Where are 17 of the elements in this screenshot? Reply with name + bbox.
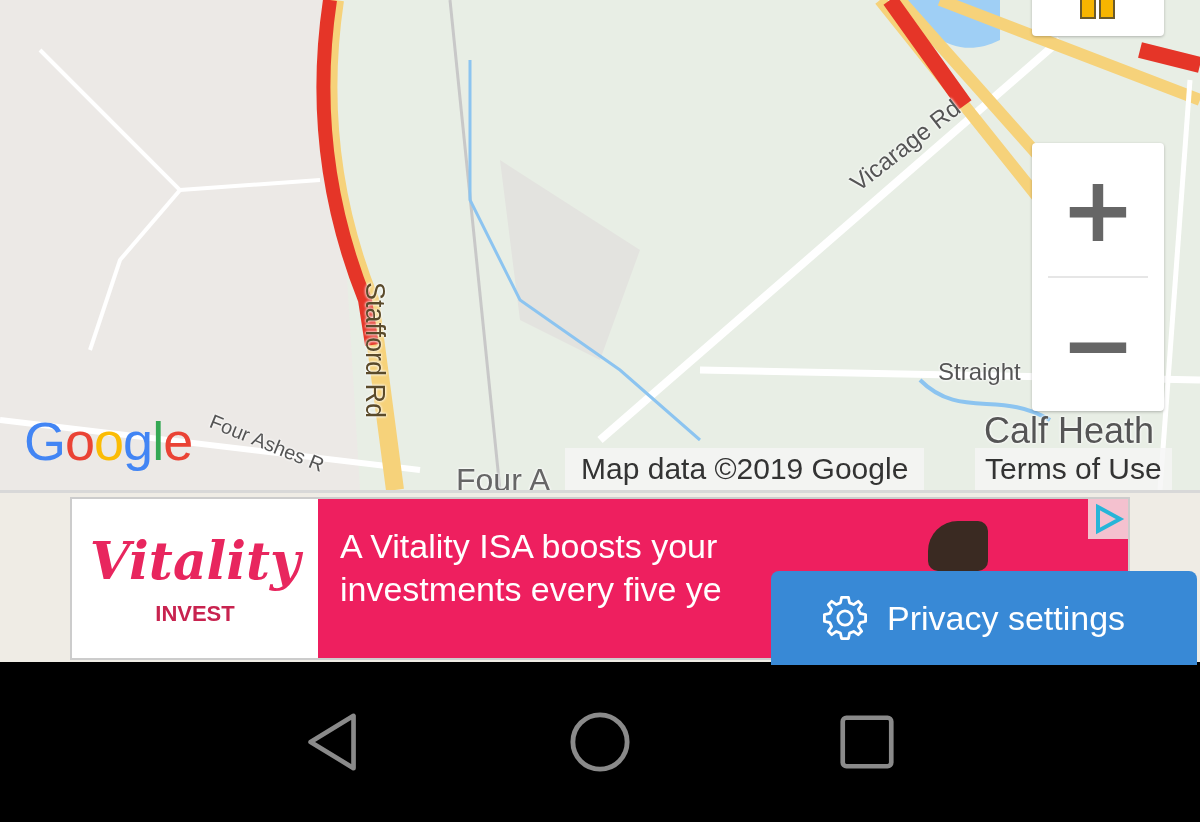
zoom-out-button[interactable]: − — [1032, 278, 1164, 411]
map-logo: Google — [24, 410, 193, 472]
home-icon[interactable] — [569, 711, 631, 773]
road-label: Four Ashes R — [206, 410, 328, 477]
pegman-card[interactable] — [1032, 0, 1164, 36]
privacy-settings-toast[interactable]: Privacy settings — [771, 571, 1197, 665]
map-attribution: Map data ©2019 Google — [565, 448, 925, 490]
road-label: Straight — [938, 358, 1021, 386]
ad-text: investments every five ye — [340, 570, 722, 609]
ad-text: A Vitality ISA boosts your — [340, 527, 719, 566]
pegman-icon — [1080, 0, 1116, 20]
zoom-in-button[interactable]: + — [1032, 143, 1164, 276]
road-label: Stafford Rd — [359, 282, 390, 419]
recents-icon[interactable] — [839, 714, 895, 770]
terms-link[interactable]: Terms of Use — [975, 448, 1172, 490]
brand-logo: Vitality — [89, 530, 301, 591]
brand-subtitle: INVEST — [155, 601, 235, 627]
